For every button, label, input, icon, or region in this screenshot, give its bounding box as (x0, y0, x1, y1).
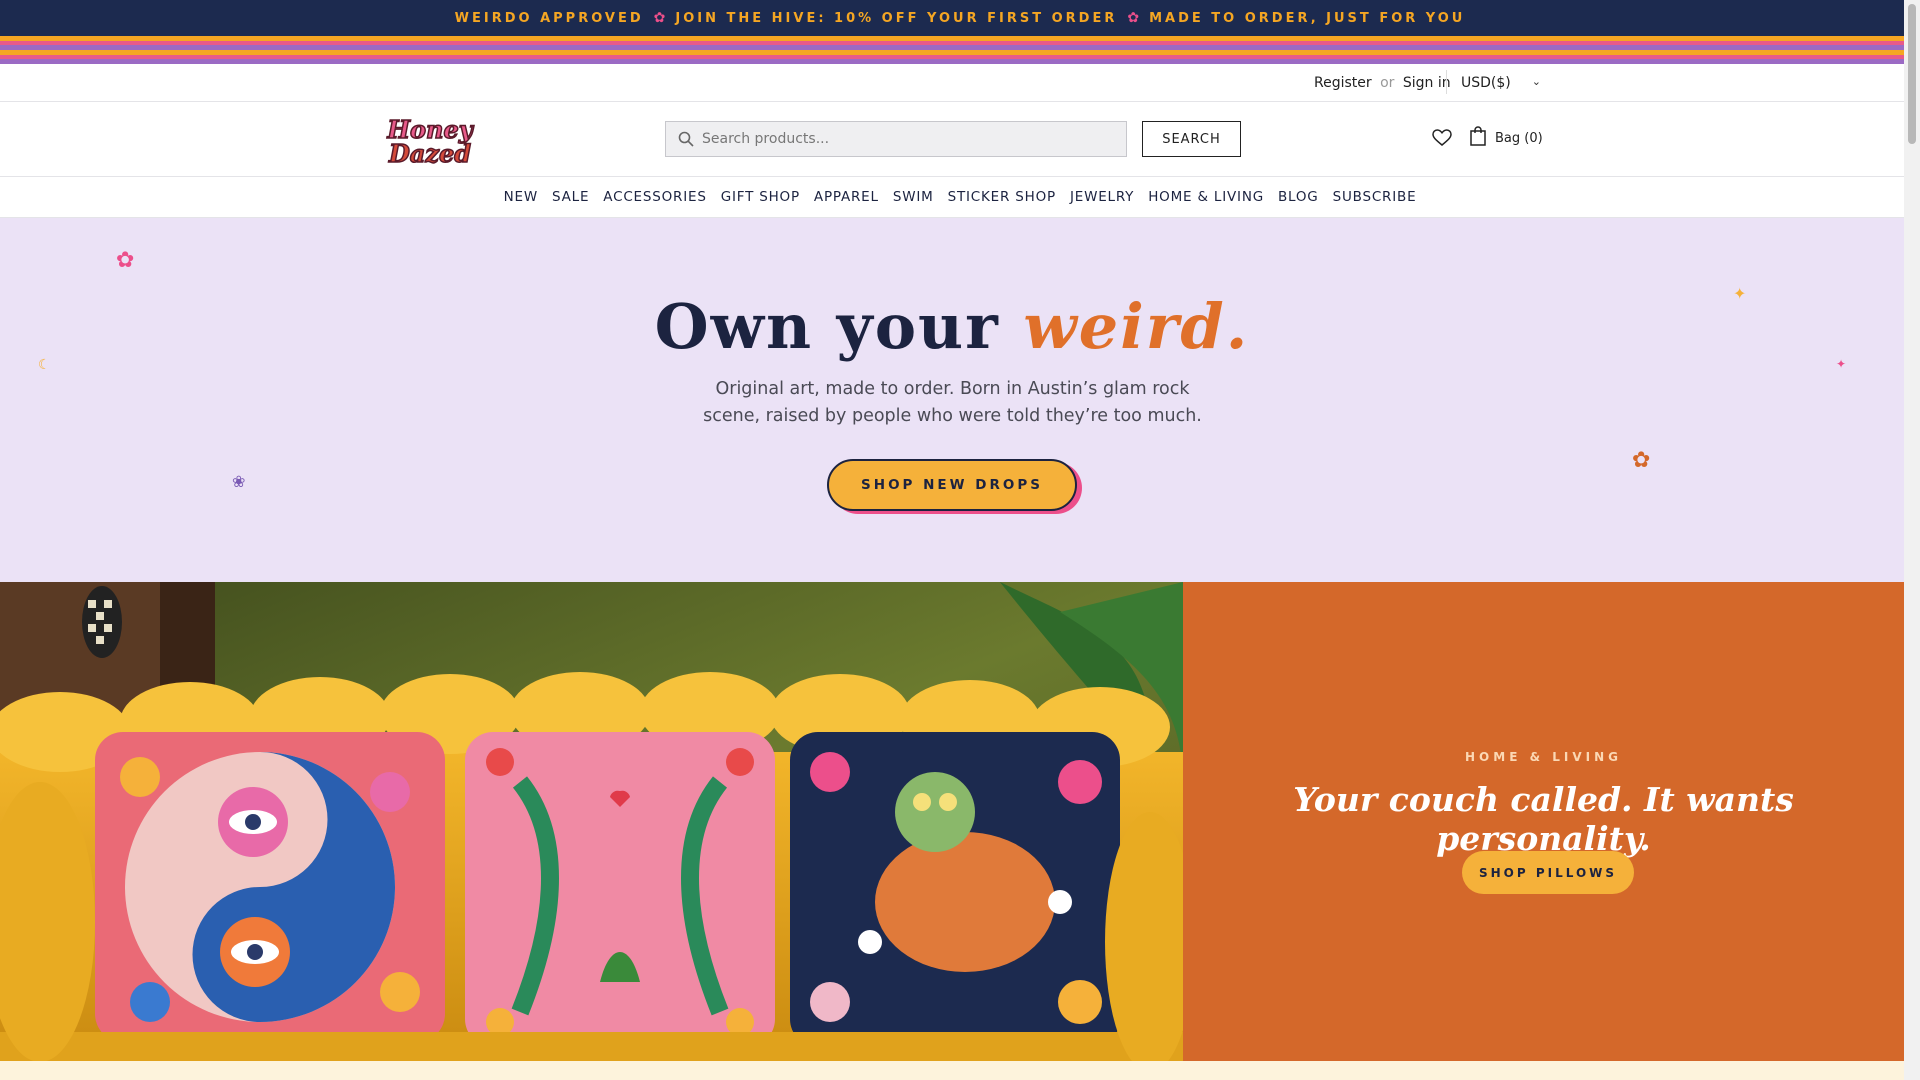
nav-item-accessories[interactable]: ACCESSORIES (603, 189, 706, 205)
announcement-text-3: MADE TO ORDER, JUST FOR YOU (1149, 10, 1466, 26)
nav-item-sticker-shop[interactable]: STICKER SHOP (948, 189, 1056, 205)
nav-item-blog[interactable]: BLOG (1278, 189, 1319, 205)
feature-section: HOME & LIVING Your couch called. It want… (0, 582, 1904, 1061)
divider (1446, 70, 1447, 94)
main-nav: NEW SALE ACCESSORIES GIFT SHOP APPAREL SWIM ST… (0, 177, 1920, 218)
chevron-down-icon: ⌄ (1531, 75, 1541, 88)
announcement-text-2[interactable]: JOIN THE HIVE: 10% OFF YOUR FIRST ORDER (675, 11, 1117, 26)
search-button[interactable]: SEARCH (1142, 121, 1241, 157)
bag-link[interactable]: Bag (0) (1469, 126, 1543, 146)
scrollbar[interactable] (1904, 0, 1920, 1080)
announcement-text-1: WEIRDO APPROVED (454, 10, 644, 26)
bag-label: Bag (0) (1495, 131, 1543, 146)
flower-icon: ✿ (1632, 448, 1651, 473)
search-box (665, 121, 1127, 157)
shop-pillows-button[interactable]: SHOP PILLOWS (1462, 851, 1634, 894)
nav-item-home-living[interactable]: HOME & LIVING (1148, 189, 1264, 205)
flower-icon: ❀ (232, 472, 246, 491)
shop-new-drops-button[interactable]: SHOP NEW DROPS (827, 459, 1077, 511)
logo[interactable]: Honey Dazed (367, 114, 493, 166)
hero-section: ✿ ☾ ❀ ✦ ✦ ✿ Own your weird. Original art… (0, 218, 1904, 582)
feature-panel: HOME & LIVING Your couch called. It want… (1183, 582, 1904, 1061)
hero-title-plain: Own your (654, 290, 1024, 363)
pillows-photo[interactable] (0, 582, 1183, 1061)
site-header: Honey Dazed SEARCH Bag (0) (0, 102, 1920, 177)
nav-item-new[interactable]: NEW (504, 189, 538, 205)
or-text: or (1380, 75, 1395, 91)
currency-selector[interactable]: USD($) ⌄ (1461, 75, 1541, 91)
account-links: Register or Sign in (1314, 75, 1451, 91)
feature-headline: Your couch called. It wants personality. (1293, 780, 1794, 858)
flower-icon: ✿ (653, 10, 666, 26)
flower-icon: ✿ (1127, 10, 1140, 26)
hero-title-accent: weird. (1023, 290, 1250, 363)
nav-item-jewelry[interactable]: JEWELRY (1070, 189, 1134, 205)
next-section-edge (0, 1061, 1904, 1080)
sign-in-link[interactable]: Sign in (1403, 75, 1451, 91)
search-icon (678, 131, 694, 147)
nav-item-sale[interactable]: SALE (552, 189, 589, 205)
flower-icon: ✿ (116, 248, 135, 273)
shopping-bag-icon (1470, 126, 1486, 146)
nav-item-swim[interactable]: SWIM (893, 189, 934, 205)
currency-value: USD($) (1461, 75, 1511, 91)
nav-item-subscribe[interactable]: SUBSCRIBE (1333, 189, 1417, 205)
pillows-illustration (0, 582, 1183, 1061)
nav-item-apparel[interactable]: APPAREL (814, 189, 879, 205)
hero-title: Own your weird. (0, 290, 1904, 363)
search-input[interactable] (702, 131, 1102, 147)
feature-kicker: HOME & LIVING (1465, 750, 1622, 764)
nav-item-gift-shop[interactable]: GIFT SHOP (721, 189, 800, 205)
heart-icon[interactable] (1432, 129, 1452, 147)
utility-bar: Register or Sign in USD($) ⌄ (0, 64, 1920, 102)
svg-text:Dazed: Dazed (388, 139, 471, 166)
register-link[interactable]: Register (1314, 75, 1372, 91)
announcement-bar: WEIRDO APPROVED ✿ JOIN THE HIVE: 10% OFF… (0, 0, 1920, 36)
hero-subtitle: Original art, made to order. Born in Aus… (703, 379, 1202, 426)
scrollbar-thumb[interactable] (1908, 4, 1916, 144)
rainbow-stripes (0, 36, 1920, 65)
